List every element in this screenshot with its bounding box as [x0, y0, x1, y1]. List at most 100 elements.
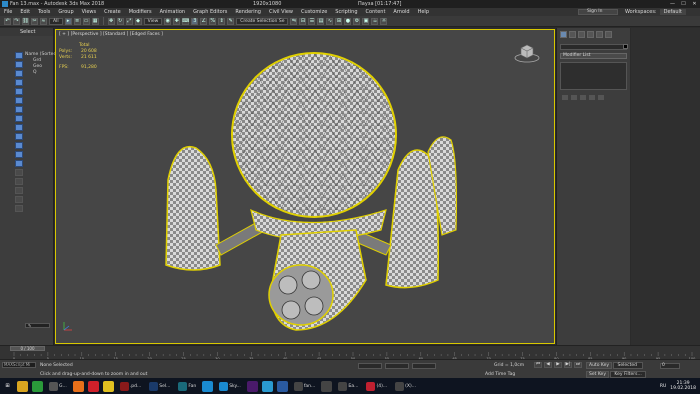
rect-selection-icon[interactable]: ▭: [82, 17, 90, 25]
taskbar-telegram-icon[interactable]: [261, 380, 273, 392]
menu-group[interactable]: Group: [54, 9, 77, 15]
filter-hidden-icon[interactable]: [15, 151, 23, 158]
undo-icon[interactable]: ↶: [4, 17, 11, 25]
taskbar-app-g-icon[interactable]: G...: [47, 381, 69, 392]
filter-groups-icon[interactable]: [15, 106, 23, 113]
select-by-name-icon[interactable]: ≡: [73, 17, 81, 25]
taskbar-skype-2-icon[interactable]: Sky...: [217, 381, 243, 392]
pivot-icon[interactable]: ◉: [164, 17, 172, 25]
render-setup-icon[interactable]: ⚙: [353, 17, 361, 25]
selection-filter-select[interactable]: All: [49, 17, 63, 25]
key-filters-button[interactable]: Key Filters...: [610, 371, 646, 378]
toggle-ribbon-icon[interactable]: ▤: [317, 17, 325, 25]
scale-icon[interactable]: ⤢: [125, 17, 133, 25]
make-unique-icon[interactable]: [580, 95, 586, 100]
menu-help[interactable]: Help: [414, 9, 433, 15]
play-icon[interactable]: ▶: [554, 362, 562, 368]
viewcube-icon[interactable]: [514, 42, 540, 64]
filter-lights-icon[interactable]: [15, 70, 23, 77]
language-indicator[interactable]: RU: [660, 384, 666, 389]
modify-tab-icon[interactable]: [569, 31, 576, 38]
filter-extra-icon[interactable]: [15, 196, 23, 203]
taskbar-pdf-icon[interactable]: .pd...: [118, 381, 143, 392]
filter-bones-icon[interactable]: [15, 124, 23, 131]
menu-content[interactable]: Content: [362, 9, 390, 15]
snaps-toggle-icon[interactable]: 3: [191, 17, 199, 25]
current-frame-field[interactable]: 0: [660, 363, 680, 369]
taskbar-word-icon[interactable]: [276, 380, 288, 392]
menu-views[interactable]: Views: [78, 9, 100, 15]
menu-rendering[interactable]: Rendering: [231, 9, 265, 15]
filter-all-icon[interactable]: [15, 160, 23, 167]
taskbar-app-green-icon[interactable]: [32, 380, 43, 392]
taskbar-skype-1-icon[interactable]: [202, 380, 214, 392]
bind-spacewarp-icon[interactable]: ≈: [40, 17, 47, 25]
percent-snap-icon[interactable]: %: [209, 17, 217, 25]
schematic-view-icon[interactable]: ⊞: [335, 17, 343, 25]
utilities-tab-icon[interactable]: [605, 31, 612, 38]
perspective-viewport[interactable]: [ + ] [Perspective ] [Standard ] [Edged …: [55, 29, 555, 344]
filter-invert-icon[interactable]: [15, 178, 23, 185]
keyboard-shortcut-icon[interactable]: ⌨: [182, 17, 189, 25]
menu-modifiers[interactable]: Modifiers: [125, 9, 156, 15]
place-icon[interactable]: ◆: [134, 17, 142, 25]
remove-modifier-icon[interactable]: [589, 95, 595, 100]
time-slider[interactable]: 0 / 100: [10, 346, 45, 351]
taskbar-premiere-icon[interactable]: [246, 380, 258, 392]
unlink-icon[interactable]: ✂: [31, 17, 38, 25]
layer-explorer-icon[interactable]: ☰: [308, 17, 316, 25]
edit-named-selection-icon[interactable]: ✎: [227, 17, 235, 25]
configure-sets-icon[interactable]: [598, 95, 604, 100]
set-key-button[interactable]: Set Key: [586, 371, 609, 378]
minimize-button[interactable]: —: [667, 0, 678, 8]
taskbar-opera-icon[interactable]: [87, 380, 99, 392]
filter-shapes-icon[interactable]: [15, 61, 23, 68]
workspaces-select[interactable]: Default: [659, 9, 686, 15]
select-object-icon[interactable]: ▸: [64, 17, 72, 25]
render-iterative-icon[interactable]: ☼: [380, 17, 388, 25]
selected-select[interactable]: Selected: [613, 362, 644, 369]
display-select[interactable]: ✎: [25, 323, 50, 328]
y-coord-field[interactable]: [385, 363, 409, 369]
filter-xrefs-icon[interactable]: [15, 115, 23, 122]
spinner-snap-icon[interactable]: ⇕: [218, 17, 226, 25]
filter-helpers-icon[interactable]: [15, 88, 23, 95]
z-coord-field[interactable]: [412, 363, 436, 369]
prev-frame-icon[interactable]: ◀: [544, 362, 552, 368]
menu-graph-editors[interactable]: Graph Editors: [189, 9, 231, 15]
motion-tab-icon[interactable]: [587, 31, 594, 38]
taskbar-app-ba-icon[interactable]: Ба...: [336, 381, 360, 392]
maxscript-listener[interactable]: MAXScript Mi: [2, 362, 36, 368]
filter-frozen-icon[interactable]: [15, 142, 23, 149]
close-button[interactable]: ✕: [689, 0, 700, 8]
menu-create[interactable]: Create: [100, 9, 125, 15]
taskbar-start-icon[interactable]: ⊞: [2, 380, 13, 392]
menu-tools[interactable]: Tools: [34, 9, 54, 15]
filter-options-icon[interactable]: [15, 187, 23, 194]
material-editor-icon[interactable]: ●: [344, 17, 352, 25]
redo-icon[interactable]: ↷: [13, 17, 20, 25]
filter-spacewarps-icon[interactable]: [15, 97, 23, 104]
menu-civil-view[interactable]: Civil View: [265, 9, 297, 15]
maximize-button[interactable]: ☐: [678, 0, 689, 8]
render-icon[interactable]: ☕: [371, 17, 379, 25]
taskbar-photoshop-icon[interactable]: Sel...: [147, 381, 172, 392]
add-time-tag[interactable]: Add Time Tag: [485, 372, 515, 377]
filter-extra2-icon[interactable]: [15, 205, 23, 212]
pin-stack-icon[interactable]: [562, 95, 568, 100]
object-color-swatch[interactable]: [623, 44, 628, 49]
display-tab-icon[interactable]: [596, 31, 603, 38]
window-crossing-icon[interactable]: ▦: [91, 17, 99, 25]
mirror-icon[interactable]: ⇋: [290, 17, 298, 25]
angle-snap-icon[interactable]: ∠: [200, 17, 208, 25]
hierarchy-tab-icon[interactable]: [578, 31, 585, 38]
taskbar-3dsmax-icon[interactable]: Fan: [176, 381, 198, 392]
taskbar-folder-icon[interactable]: [17, 380, 28, 392]
taskbar-app-fan-icon[interactable]: fan...: [292, 381, 318, 392]
clock[interactable]: 21:39 19.02.2018: [670, 381, 696, 391]
modifier-stack[interactable]: [560, 62, 627, 90]
align-icon[interactable]: ⊟: [299, 17, 307, 25]
taskbar-app-x2-icon[interactable]: (X)...: [393, 381, 418, 392]
object-name-field[interactable]: [560, 44, 627, 50]
filter-none-icon[interactable]: [15, 169, 23, 176]
